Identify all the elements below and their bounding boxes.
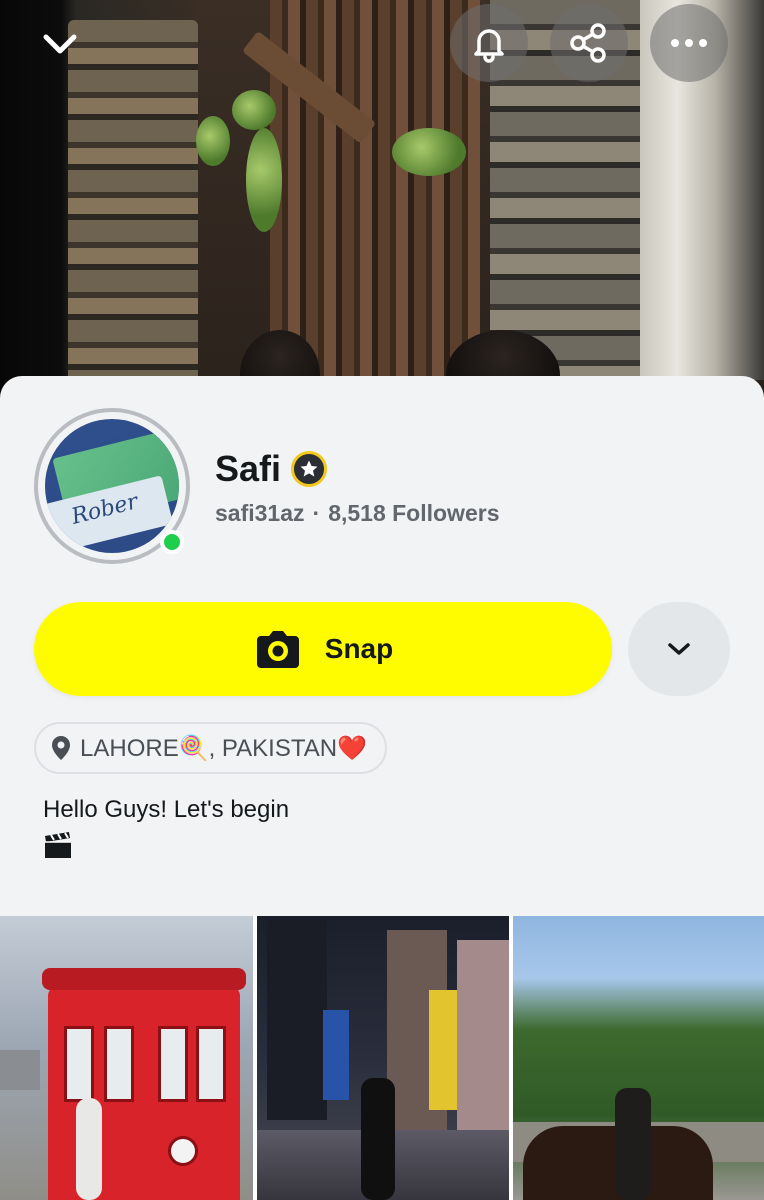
- horse-riding-photo[interactable]: [513, 916, 764, 1200]
- star-badge-icon[interactable]: [291, 451, 328, 487]
- snap-button[interactable]: Snap: [34, 602, 612, 696]
- location-pin-icon: [52, 736, 70, 760]
- times-square-photo[interactable]: [257, 916, 509, 1200]
- avatar-image: Rober: [45, 419, 179, 553]
- tram-window: [196, 1026, 226, 1102]
- bell-icon: [474, 29, 504, 63]
- photo-grid: [0, 916, 764, 1200]
- clapper-board-icon: [43, 832, 73, 865]
- building: [457, 940, 509, 1140]
- tram-window: [64, 1026, 94, 1102]
- username: safi31az: [215, 500, 305, 526]
- person: [76, 1098, 102, 1200]
- profile-subtitle: safi31az · 8,518 Followers: [215, 500, 500, 527]
- plant: [392, 128, 466, 176]
- back-button[interactable]: [28, 16, 92, 72]
- profile-header-photo: [0, 0, 764, 400]
- stone-pillar: [68, 20, 198, 400]
- tram-headlight: [168, 1136, 198, 1166]
- notification-button[interactable]: [450, 4, 528, 82]
- plant: [232, 90, 276, 130]
- expand-actions-button[interactable]: [628, 602, 730, 696]
- wood-wall: [270, 0, 480, 380]
- location-text: LAHORE🍭, PAKISTAN❤️: [80, 734, 367, 762]
- plant: [246, 128, 282, 232]
- location-chip[interactable]: LAHORE🍭, PAKISTAN❤️: [34, 722, 387, 774]
- share-button[interactable]: [550, 4, 628, 82]
- snap-label: Snap: [324, 633, 394, 664]
- display-name: Safi: [215, 448, 282, 489]
- name-row: Safi: [215, 448, 328, 490]
- building: [0, 1050, 40, 1090]
- billboard: [323, 1010, 349, 1100]
- bio-text: Hello Guys! Let's begin: [43, 796, 290, 823]
- chevron-down-icon: [668, 643, 690, 655]
- tram-window: [104, 1026, 134, 1102]
- online-status-dot: [160, 530, 184, 554]
- star-icon: [300, 460, 318, 477]
- share-icon: [570, 23, 606, 63]
- rider: [615, 1088, 651, 1200]
- more-options-button[interactable]: [650, 4, 728, 82]
- plant: [196, 116, 230, 166]
- profile-card: Rober Safi safi31az · 8,518 Followers Sn…: [0, 376, 764, 916]
- chevron-down-icon: [43, 34, 77, 54]
- camera-icon: [256, 631, 299, 668]
- tram-photo[interactable]: [0, 916, 253, 1200]
- person: [361, 1078, 395, 1200]
- building: [267, 920, 327, 1120]
- separator: ·: [312, 500, 321, 526]
- tram-roof: [42, 968, 246, 990]
- more-icon: [671, 39, 707, 47]
- followers-count[interactable]: 8,518 Followers: [328, 500, 499, 527]
- tram-window: [158, 1026, 188, 1102]
